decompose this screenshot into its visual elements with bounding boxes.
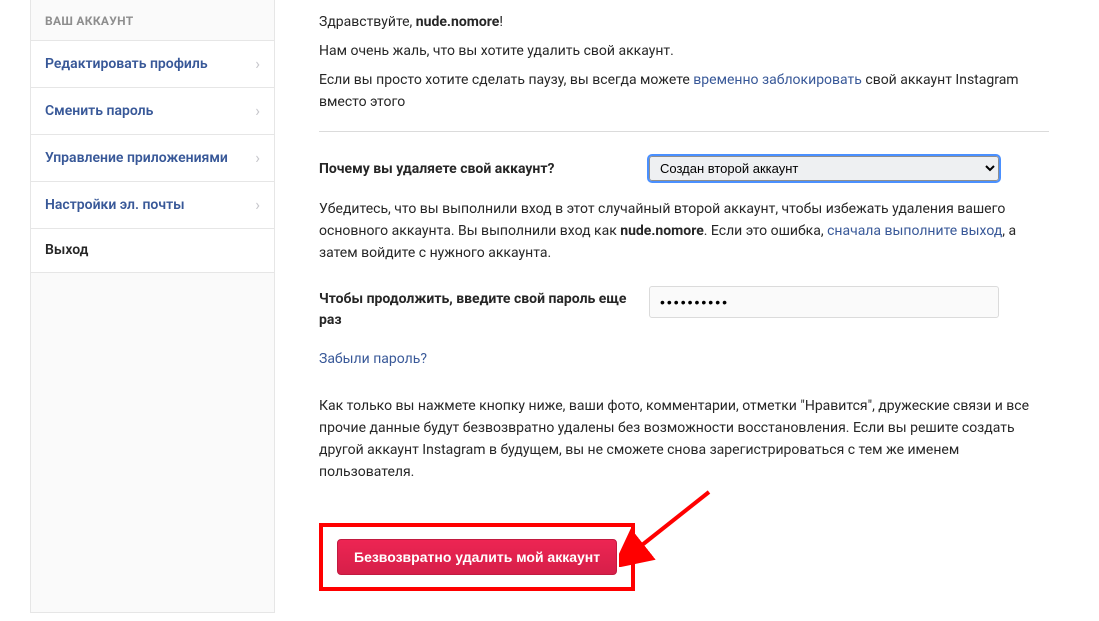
final-warning-text: Как только вы нажмете кнопку ниже, ваши … bbox=[319, 396, 1049, 483]
sidebar-item-label: Управление приложениями bbox=[45, 148, 228, 169]
sidebar-item-label: Сменить пароль bbox=[45, 101, 153, 122]
pause-text: Если вы просто хотите сделать паузу, вы … bbox=[319, 70, 1049, 113]
forgot-password-link[interactable]: Забыли пароль? bbox=[319, 349, 427, 370]
chevron-right-icon: › bbox=[255, 146, 260, 170]
greeting-text: Здравствуйте, nude.nomore! bbox=[319, 12, 1049, 33]
sidebar-item-label: Выход bbox=[45, 240, 88, 261]
login-warning-text: Убедитесь, что вы выполнили вход в этот … bbox=[319, 199, 1049, 264]
password-input[interactable] bbox=[649, 286, 999, 318]
chevron-right-icon: › bbox=[255, 99, 260, 123]
sidebar: ВАШ АККАУНТ Редактировать профиль › Смен… bbox=[0, 0, 275, 621]
sidebar-item-edit-profile[interactable]: Редактировать профиль › bbox=[31, 40, 274, 87]
sidebar-item-logout[interactable]: Выход bbox=[31, 228, 274, 272]
sidebar-filler bbox=[31, 272, 274, 612]
annotation-arrow-icon bbox=[619, 487, 719, 567]
sidebar-item-change-password[interactable]: Сменить пароль › bbox=[31, 87, 274, 134]
username: nude.nomore bbox=[416, 14, 500, 30]
sidebar-header: ВАШ АККАУНТ bbox=[31, 0, 274, 40]
sidebar-item-manage-apps[interactable]: Управление приложениями › bbox=[31, 134, 274, 181]
main-content: Здравствуйте, nude.nomore! Нам очень жал… bbox=[275, 0, 1099, 621]
sidebar-item-label: Редактировать профиль bbox=[45, 54, 208, 75]
reason-label: Почему вы удаляете свой аккаунт? bbox=[319, 156, 629, 180]
password-label: Чтобы продолжить, введите свой пароль ещ… bbox=[319, 286, 629, 331]
chevron-right-icon: › bbox=[255, 52, 260, 76]
sorry-text: Нам очень жаль, что вы хотите удалить св… bbox=[319, 41, 1049, 62]
divider bbox=[319, 131, 1049, 132]
chevron-right-icon: › bbox=[255, 193, 260, 217]
permanently-delete-button[interactable]: Безвозвратно удалить мой аккаунт bbox=[337, 539, 617, 575]
reason-select[interactable]: Создан второй аккаунт bbox=[649, 156, 999, 181]
logout-first-link[interactable]: сначала выполните выход bbox=[827, 223, 1002, 239]
sidebar-item-email-settings[interactable]: Настройки эл. почты › bbox=[31, 181, 274, 228]
delete-button-highlight: Безвозвратно удалить мой аккаунт bbox=[319, 523, 635, 591]
logged-in-user: nude.nomore bbox=[620, 223, 704, 239]
temporarily-disable-link[interactable]: временно заблокировать bbox=[693, 72, 862, 88]
sidebar-item-label: Настройки эл. почты bbox=[45, 195, 185, 216]
